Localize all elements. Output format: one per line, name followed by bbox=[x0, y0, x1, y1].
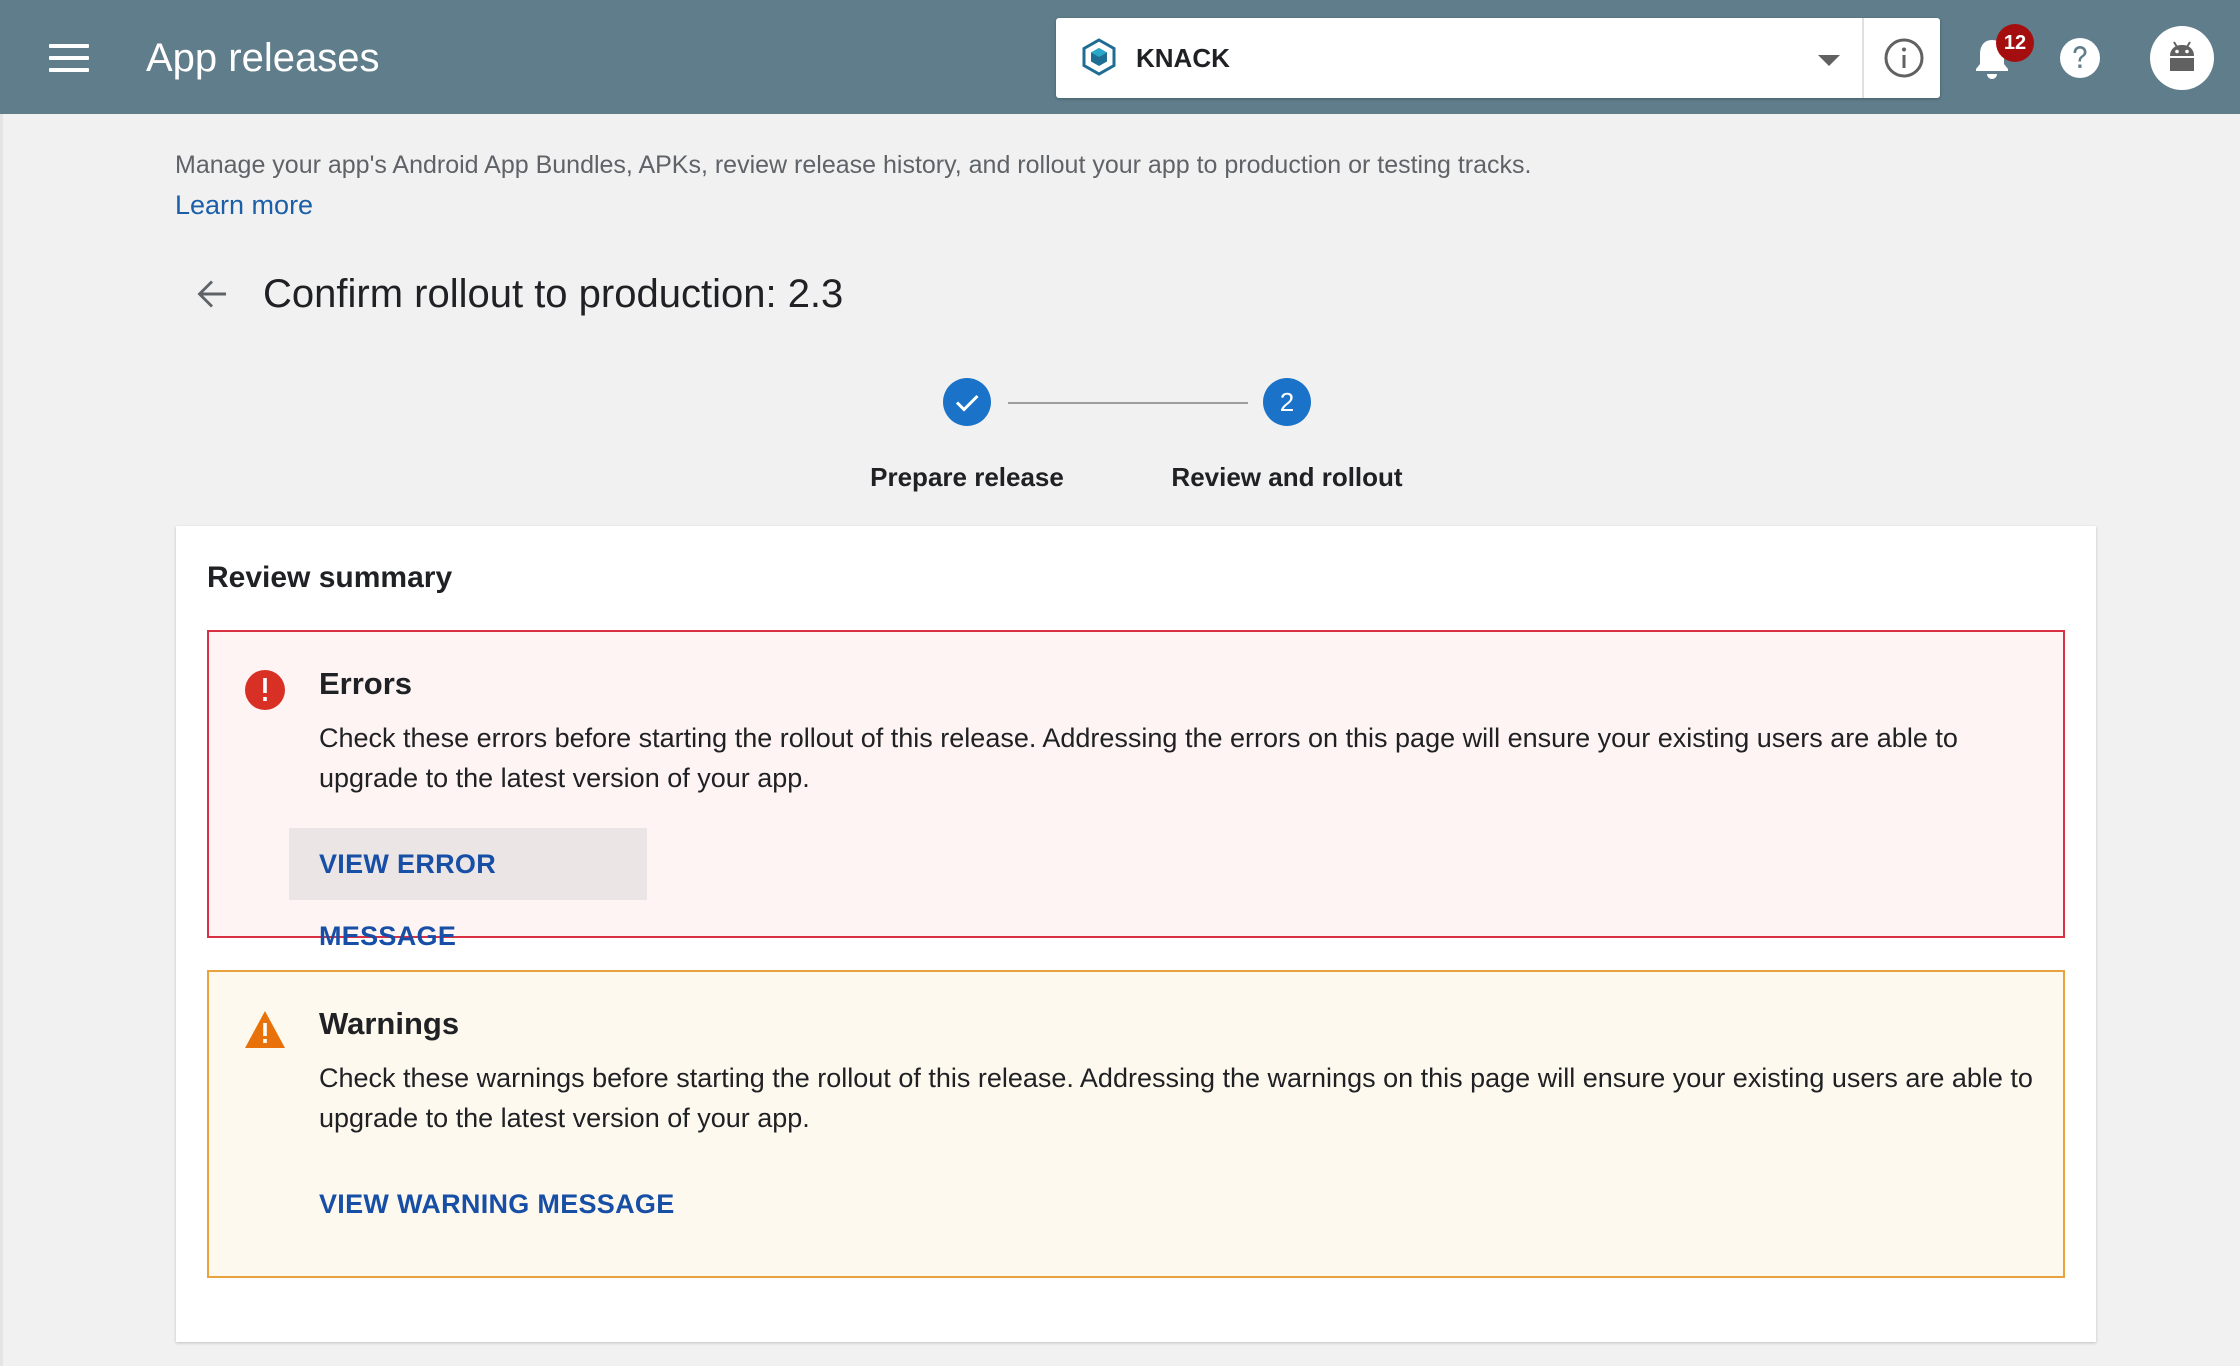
page-description: Manage your app's Android App Bundles, A… bbox=[175, 151, 1532, 179]
step-number: 2 bbox=[1279, 387, 1295, 417]
warnings-text: Check these warnings before starting the… bbox=[319, 1063, 2033, 1133]
chevron-down-icon[interactable] bbox=[1818, 55, 1840, 66]
step-label-review-rollout: Review and rollout bbox=[1171, 462, 1403, 492]
warnings-panel: Warnings Check these warnings before sta… bbox=[207, 970, 2065, 1278]
notification-count-badge: 12 bbox=[1996, 24, 2034, 62]
checkmark-icon bbox=[955, 394, 979, 412]
app-selector[interactable]: KNACK bbox=[1056, 18, 1940, 98]
step-review-rollout-indicator: 2 bbox=[1263, 378, 1311, 426]
review-summary-card: Review summary Errors Check these errors… bbox=[176, 526, 2096, 1342]
page-title: Confirm rollout to production: 2.3 bbox=[263, 272, 844, 316]
step-label-prepare-release: Prepare release bbox=[870, 462, 1064, 492]
android-avatar-icon bbox=[2170, 41, 2194, 71]
warning-icon bbox=[245, 1011, 285, 1048]
errors-panel: Errors Check these errors before startin… bbox=[207, 630, 2065, 951]
warnings-title: Warnings bbox=[319, 1006, 460, 1041]
errors-title: Errors bbox=[319, 666, 413, 701]
learn-more-link[interactable]: Learn more bbox=[175, 188, 313, 222]
stepper-connector bbox=[1008, 402, 1248, 404]
step-prepare-release-indicator bbox=[943, 378, 991, 426]
error-icon bbox=[245, 670, 285, 710]
left-edge bbox=[0, 114, 3, 1366]
view-error-message-button[interactable]: VIEW ERROR MESSAGE bbox=[289, 828, 647, 951]
top-app-bar: App releases KNACK 12 bbox=[0, 0, 2240, 114]
app-logo-icon bbox=[1082, 38, 1116, 76]
app-bar-title: App releases bbox=[146, 36, 380, 80]
view-warning-message-button[interactable]: VIEW WARNING MESSAGE bbox=[289, 1168, 705, 1240]
info-icon[interactable] bbox=[1882, 36, 1926, 80]
avatar[interactable] bbox=[2150, 26, 2214, 90]
menu-icon[interactable] bbox=[49, 44, 89, 72]
app-name: KNACK bbox=[1136, 43, 1230, 73]
notifications[interactable]: 12 bbox=[1968, 24, 2034, 86]
back-arrow-icon[interactable] bbox=[192, 274, 232, 314]
errors-text: Check these errors before starting the r… bbox=[319, 723, 1958, 793]
help-icon[interactable] bbox=[2058, 36, 2102, 80]
selector-divider bbox=[1862, 18, 1864, 98]
review-summary-title: Review summary bbox=[207, 561, 453, 594]
